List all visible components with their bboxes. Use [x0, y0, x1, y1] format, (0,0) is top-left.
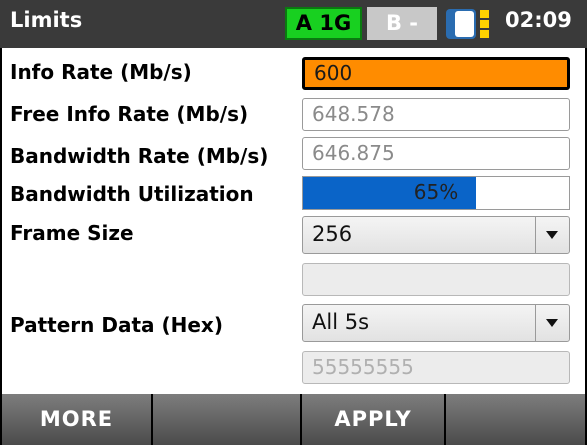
- clock: 02:09: [505, 8, 572, 32]
- frame-size-label: Frame Size: [10, 221, 134, 245]
- apply-button[interactable]: APPLY: [300, 394, 446, 445]
- pattern-data-dropdown-button[interactable]: [535, 305, 569, 341]
- header-bar: Limits A 1G B - 02:09: [0, 0, 587, 48]
- battery-icon: [446, 9, 489, 39]
- frame-size-select[interactable]: 256: [302, 216, 570, 254]
- page-title: Limits: [10, 8, 83, 32]
- info-rate-input[interactable]: 600: [302, 57, 570, 90]
- chevron-down-icon: [546, 319, 558, 327]
- frame-size-extra-field: [302, 263, 570, 296]
- bandwidth-rate-label: Bandwidth Rate (Mb/s): [10, 144, 269, 168]
- more-button[interactable]: MORE: [0, 394, 153, 445]
- softkey-4-button[interactable]: [444, 394, 587, 445]
- bandwidth-utilization-bar: 65%: [302, 176, 570, 210]
- pattern-data-select[interactable]: All 5s: [302, 304, 570, 342]
- bandwidth-utilization-value: 65%: [413, 180, 459, 204]
- pattern-hex-field: 55555555: [302, 351, 570, 384]
- free-info-rate-field: 648.578: [302, 98, 570, 131]
- frame-size-value: 256: [312, 222, 353, 246]
- softkey-2-button[interactable]: [151, 394, 302, 445]
- softkey-bar: MORE APPLY: [0, 394, 587, 445]
- port-b-badge[interactable]: B -: [367, 7, 437, 40]
- free-info-rate-label: Free Info Rate (Mb/s): [10, 102, 249, 126]
- bandwidth-utilization-label: Bandwidth Utilization: [10, 182, 254, 206]
- frame-size-dropdown-button[interactable]: [535, 217, 569, 253]
- info-rate-label: Info Rate (Mb/s): [10, 60, 192, 84]
- chevron-down-icon: [546, 231, 558, 239]
- port-a-badge[interactable]: A 1G: [285, 7, 362, 40]
- pattern-data-label: Pattern Data (Hex): [10, 313, 223, 337]
- bandwidth-rate-field: 646.875: [302, 137, 570, 170]
- pattern-data-value: All 5s: [312, 310, 370, 334]
